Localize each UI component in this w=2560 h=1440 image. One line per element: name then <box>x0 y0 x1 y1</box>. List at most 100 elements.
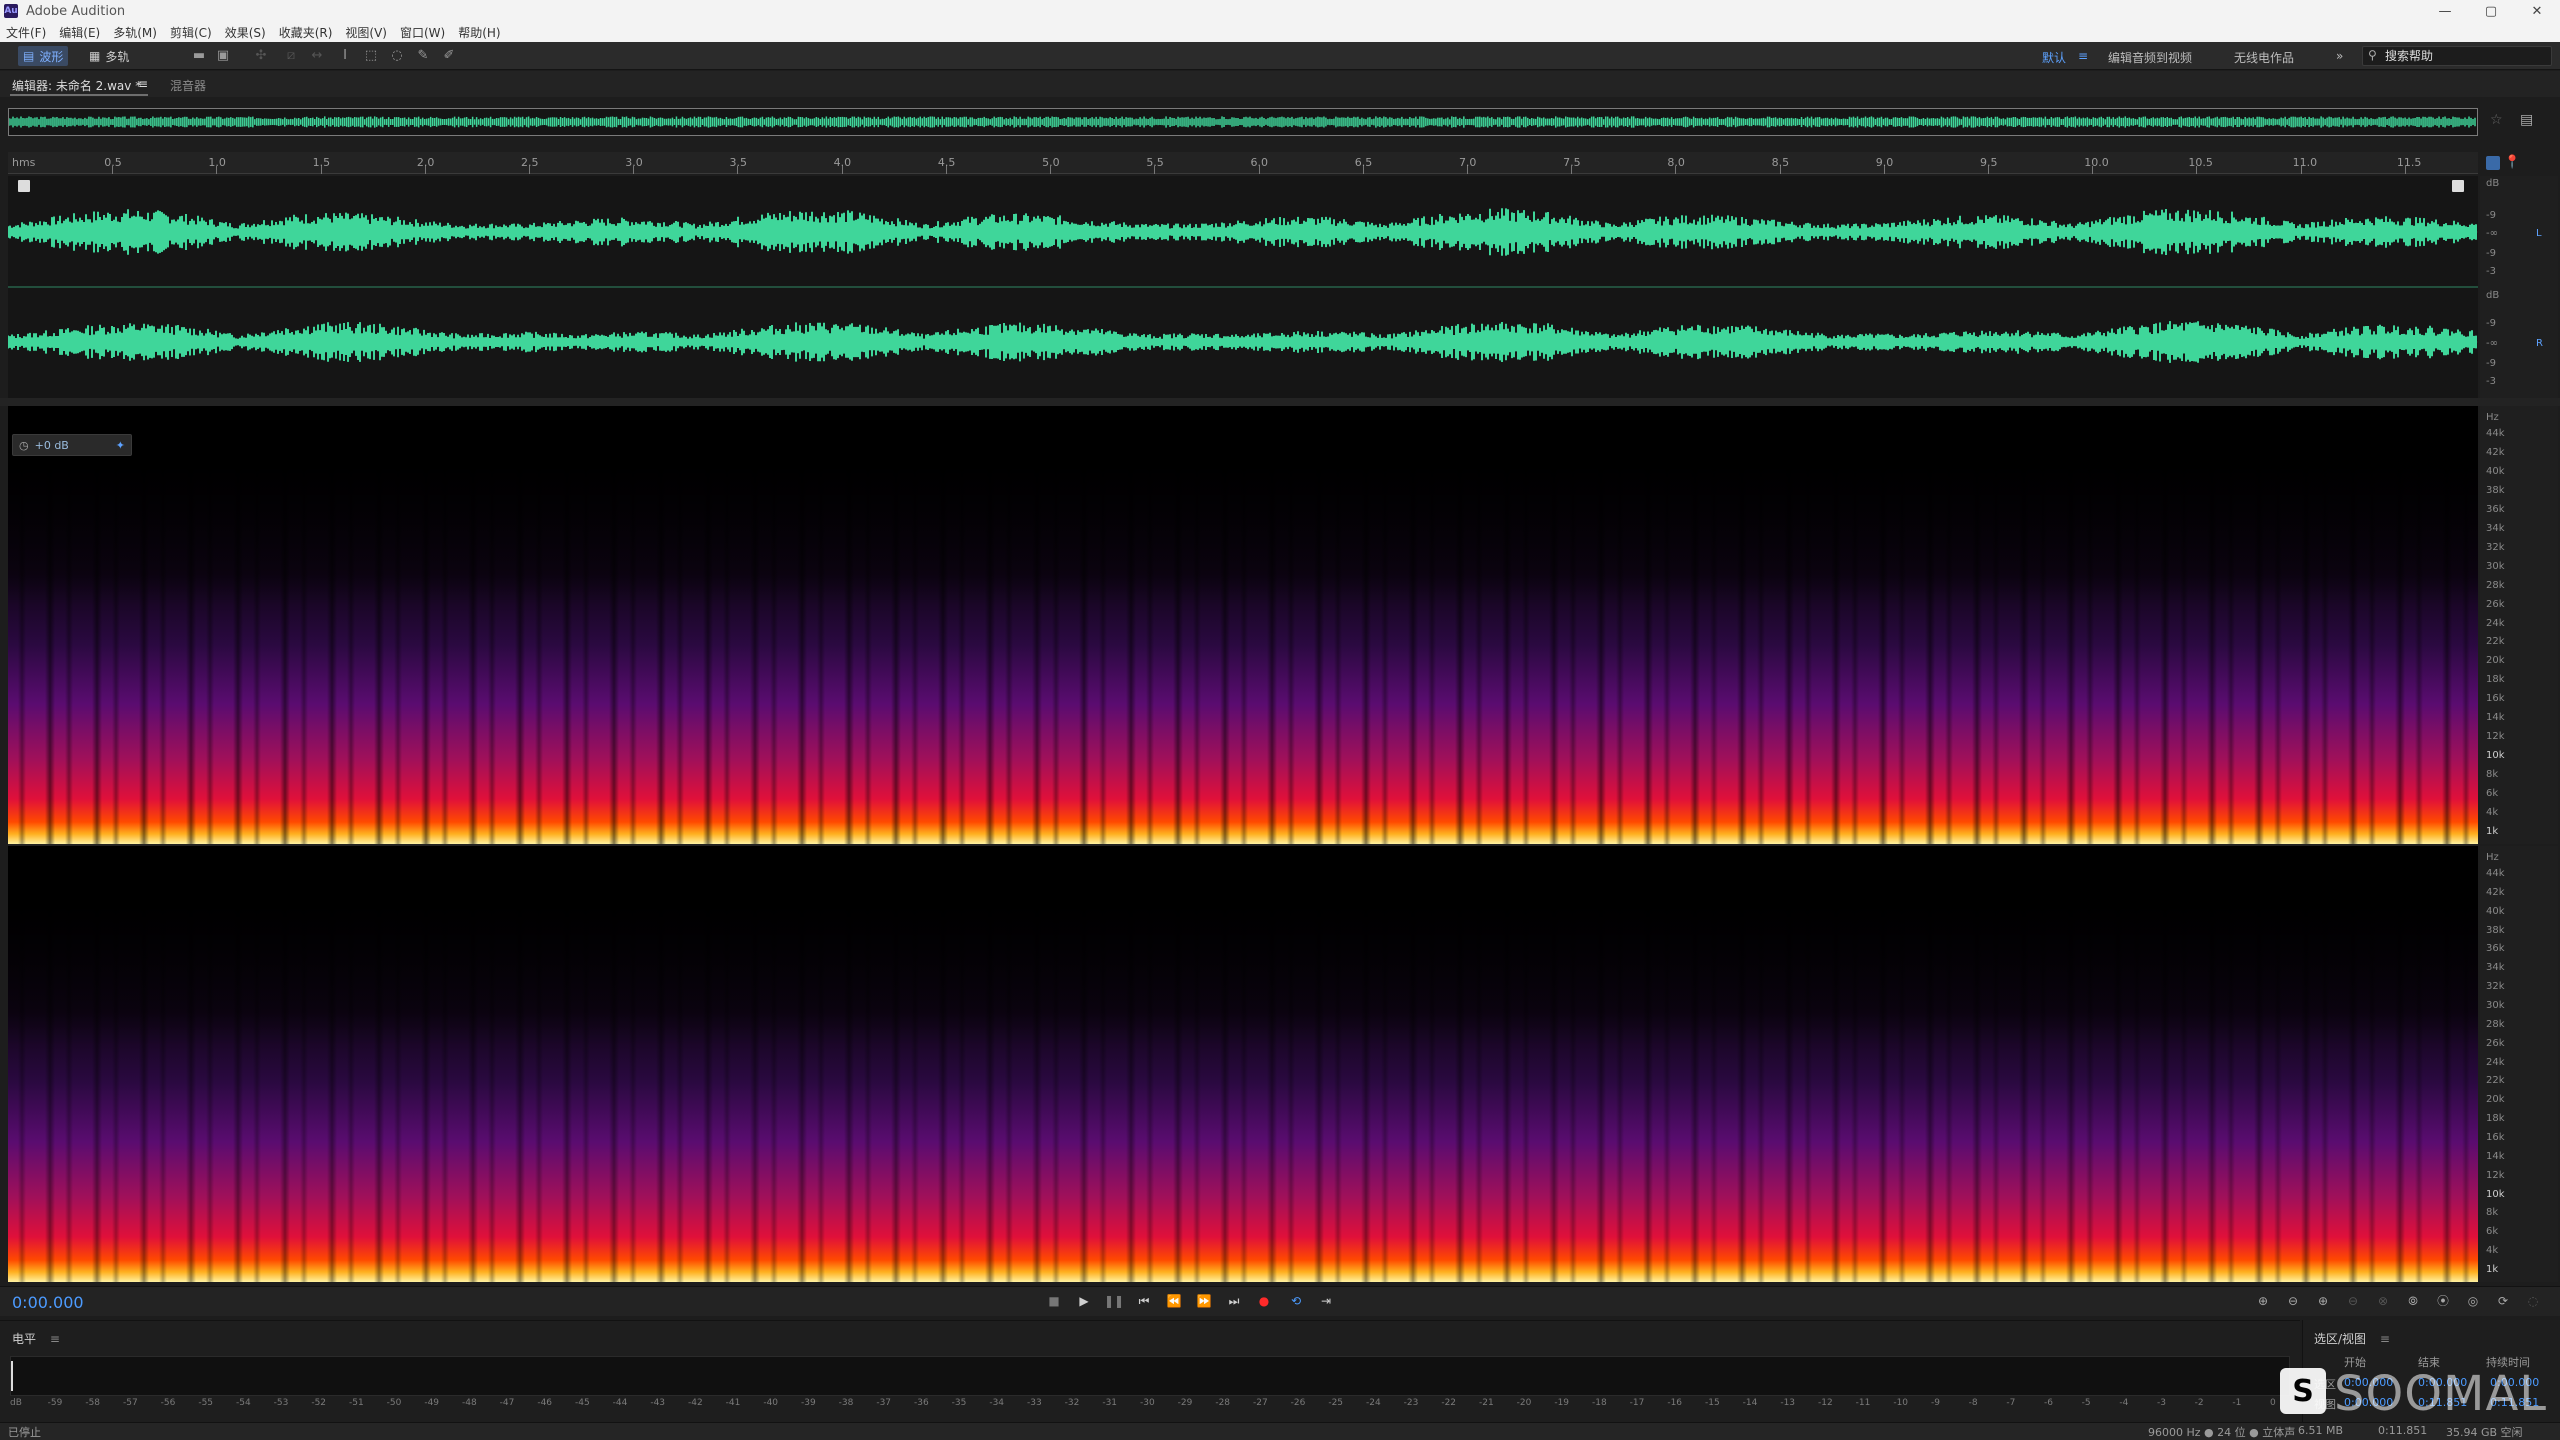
menu-edit[interactable]: 编辑(E) <box>59 24 100 41</box>
spectrogram-channel-2[interactable] <box>8 846 2478 1282</box>
frequency-label: 16k <box>2486 1132 2505 1143</box>
channel-right-label[interactable]: R <box>2536 338 2543 349</box>
selection-view-menu-icon[interactable]: ≡ <box>2380 1332 2390 1346</box>
loop-button[interactable]: ⟲ <box>1284 1292 1308 1310</box>
menu-window[interactable]: 窗口(W) <box>400 24 445 41</box>
ruler-tick-label: 11.5 <box>2396 156 2422 169</box>
menu-view[interactable]: 视图(V) <box>345 24 387 41</box>
spectrogram-channel-1[interactable] <box>8 406 2478 844</box>
level-scale-label: -41 <box>725 1398 741 1408</box>
workspace-edit-audio-to-video[interactable]: 编辑音频到视频 <box>2108 49 2192 66</box>
db-label: -3 <box>2486 266 2496 277</box>
minimize-button[interactable]: — <box>2422 0 2468 22</box>
ruler-tick <box>1988 166 1989 174</box>
razor-tool-icon[interactable]: ⧄ <box>282 47 300 65</box>
level-scale-label: -22 <box>1441 1398 1457 1408</box>
zoom-out-frequency-icon[interactable]: ◌ <box>2522 1292 2544 1310</box>
workspace-default[interactable]: 默认 <box>2042 49 2066 66</box>
zoom-in-time-icon[interactable]: ⊕ <box>2312 1292 2334 1310</box>
frequency-label: 12k <box>2486 731 2505 743</box>
ruler-tick <box>737 166 739 174</box>
show-frequency-icon[interactable]: ▬ <box>190 47 208 65</box>
tab-mixer[interactable]: 混音器 <box>170 77 206 94</box>
frequency-label: 34k <box>2486 962 2505 974</box>
tab-editor-menu-icon[interactable]: ≡ <box>138 77 148 91</box>
ruler-tick-label: 10.0 <box>2084 156 2109 169</box>
timeline-ruler[interactable]: hms 0.5 1.0 1.5 2.0 2.5 3.0 3.5 4.0 4.5 5.0 5.5 6.0… <box>8 152 2478 174</box>
spot-healing-tool-icon[interactable]: ✐ <box>440 47 458 65</box>
skip-selection-button[interactable]: ⇥ <box>1314 1292 1338 1310</box>
frequency-label: 30k <box>2486 560 2505 572</box>
pause-button[interactable]: ❚❚ <box>1102 1292 1126 1310</box>
move-to-end-button[interactable]: ⏭ <box>1222 1292 1246 1310</box>
fade-out-handle[interactable] <box>2452 180 2464 192</box>
frequency-label: 20k <box>2486 1094 2505 1106</box>
ruler-tick <box>1779 166 1781 174</box>
zoom-out-amplitude-icon[interactable]: ⊖ <box>2282 1292 2304 1310</box>
waveform-display[interactable] <box>8 176 2478 398</box>
workspace-radio-production[interactable]: 无线电作品 <box>2234 49 2294 66</box>
zoom-out-full-icon[interactable]: ⊗ <box>2372 1292 2394 1310</box>
fade-in-handle[interactable] <box>18 180 30 192</box>
level-meter <box>10 1356 2290 1396</box>
frequency-label: 14k <box>2486 1150 2505 1162</box>
zoom-reset-icon[interactable]: ⟳ <box>2492 1292 2514 1310</box>
menu-clip[interactable]: 剪辑(C) <box>170 24 212 41</box>
multitrack-view-button[interactable]: ▦ 多轨 <box>84 46 134 66</box>
rewind-button[interactable]: ⏪ <box>1162 1292 1186 1310</box>
menu-multitrack[interactable]: 多轨(M) <box>113 24 157 41</box>
channel-left-label[interactable]: L <box>2536 228 2542 239</box>
ruler-tick <box>1883 166 1885 174</box>
frequency-label: 26k <box>2486 598 2505 610</box>
overview-bar[interactable] <box>8 108 2478 136</box>
level-scale-label: -27 <box>1253 1398 1268 1408</box>
panel-options-icon[interactable]: ▤ <box>2520 112 2533 128</box>
move-to-start-button[interactable]: ⏮ <box>1132 1292 1156 1310</box>
frequency-label: 1k <box>2486 1264 2499 1275</box>
zoom-out-time-icon[interactable]: ⊖ <box>2342 1292 2364 1310</box>
pin-icon[interactable]: 📍 <box>2504 155 2520 170</box>
show-spectral-icon[interactable]: ▣ <box>214 47 232 65</box>
close-button[interactable]: ✕ <box>2514 0 2560 22</box>
waveform-view-button[interactable]: ▤ 波形 <box>18 46 69 66</box>
workspace-menu-icon[interactable]: ≡ <box>2078 49 2088 63</box>
zoom-in-point-icon[interactable]: ⦾ <box>2402 1292 2424 1310</box>
fast-forward-button[interactable]: ⏩ <box>1192 1292 1216 1310</box>
time-selection-tool-icon[interactable]: I <box>336 47 354 65</box>
current-time-display[interactable]: 0:00.000 <box>12 1293 84 1312</box>
menu-help[interactable]: 帮助(H) <box>458 24 500 41</box>
gain-hud[interactable]: ◷ +0 dB ✦ <box>12 434 132 456</box>
ruler-tick <box>2404 166 2406 174</box>
stop-button[interactable]: ■ <box>1042 1292 1066 1310</box>
panel-splitter[interactable] <box>0 398 2560 406</box>
level-menu-icon[interactable]: ≡ <box>50 1332 60 1346</box>
menu-favorites[interactable]: 收藏夹(R) <box>279 24 333 41</box>
zoom-selection-icon[interactable]: ⦿ <box>2432 1292 2454 1310</box>
search-help-input[interactable]: 搜索帮助 <box>2362 46 2552 66</box>
time-format-icon[interactable] <box>2486 156 2500 170</box>
move-tool-icon[interactable]: ✣ <box>252 47 270 65</box>
zoom-in-frequency-icon[interactable]: ◎ <box>2462 1292 2484 1310</box>
level-scale-label: -51 <box>349 1398 364 1408</box>
pin-hud-icon[interactable]: ✦ <box>116 439 125 452</box>
zoom-in-amplitude-icon[interactable]: ⊕ <box>2252 1292 2274 1310</box>
workspace-overflow-icon[interactable]: » <box>2336 49 2343 63</box>
marquee-tool-icon[interactable]: ⬚ <box>362 47 380 65</box>
frequency-label: 22k <box>2486 636 2505 648</box>
overview-waveform <box>9 116 2476 128</box>
record-button[interactable]: ● <box>1252 1292 1276 1310</box>
tab-editor[interactable]: 编辑器: 未命名 2.wav * <box>12 77 141 94</box>
menu-effects[interactable]: 效果(S) <box>225 24 266 41</box>
brush-tool-icon[interactable]: ✎ <box>414 47 432 65</box>
menu-file[interactable]: 文件(F) <box>6 24 46 41</box>
play-button[interactable]: ▶ <box>1072 1292 1096 1310</box>
level-scale-label: -52 <box>311 1398 327 1408</box>
level-scale-label: -45 <box>575 1398 590 1408</box>
maximize-button[interactable]: ▢ <box>2468 0 2514 22</box>
status-transport-state: 已停止 <box>8 1426 41 1439</box>
slip-tool-icon[interactable]: ↔ <box>308 47 326 65</box>
ruler-tick <box>2196 166 2198 174</box>
lasso-tool-icon[interactable]: ◌ <box>388 47 406 65</box>
frequency-label: 18k <box>2486 674 2505 686</box>
zoom-in-overview-icon[interactable]: ☆ <box>2490 112 2503 128</box>
